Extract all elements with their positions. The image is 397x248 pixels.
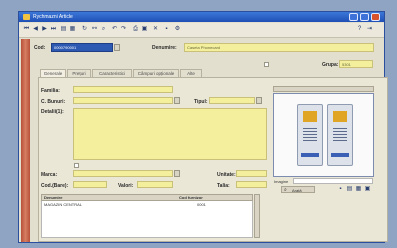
category-label: C. Bunuri: [41,99,66,105]
redo-icon[interactable]: ↷ [120,26,127,33]
help-icon[interactable]: ? [356,26,363,33]
barcode-field[interactable] [73,181,107,188]
print-icon[interactable]: ⎙ [132,26,139,33]
side-band [21,39,30,242]
load-image-icon[interactable]: ▣ [364,186,371,193]
value-field[interactable] [137,181,173,188]
delete-image-icon[interactable]: ▪ [337,186,344,193]
type-dropdown-button[interactable] [256,97,262,104]
value-label: Valori: [118,183,134,189]
exit-icon[interactable]: ⇥ [366,26,373,33]
new-record-icon[interactable]: ▤ [60,26,67,33]
main-window: Rychmazni Article ⏮ ◀ ▶ ⏭ ▤ ▦ ↻ ⚯ ⌕ ↶ ↷ … [18,11,388,243]
title-bar[interactable]: Rychmazni Article [19,12,384,22]
family-field[interactable] [73,86,173,93]
image-caption: Imagine [274,179,289,184]
option-checkbox[interactable] [264,62,269,67]
close-button[interactable] [371,13,380,21]
app-icon [23,14,30,20]
tab-generale[interactable]: Generale [40,69,66,77]
description-label: Detalii(1): [41,109,64,115]
link-icon[interactable]: ⚯ [91,26,98,33]
previous-record-icon[interactable]: ◀ [32,26,39,33]
code-field[interactable]: 0000790001 [51,43,113,52]
photo-header-bar [273,86,374,92]
barcode-label: Cod.(Bare): [41,183,69,189]
copy-record-icon[interactable]: ▦ [69,26,76,33]
delete-icon[interactable]: ✕ [152,26,159,33]
brand-dropdown-button[interactable] [174,170,180,177]
code-lookup-button[interactable] [114,44,120,51]
brand-field[interactable] [73,170,173,177]
table-cell-name: MAGAZIN CENTRAL [44,202,83,207]
save-icon[interactable]: ▪ [163,26,170,33]
family-label: Familia: [41,88,60,94]
brand-label: Marca: [41,172,58,178]
table-scrollbar[interactable] [254,194,260,238]
phone-machine-image-right [327,104,353,166]
um-label: Unitate: [217,172,236,178]
table-cell-supplier-code: 0001 [197,202,206,207]
group-field[interactable]: 5301 [339,60,373,68]
category-dropdown-button[interactable] [174,97,180,104]
code-label: Cod: [34,45,46,51]
table-header-supplier-code: Cod furnizor [179,195,203,200]
copy-image-icon[interactable]: ▦ [355,186,362,193]
toolbar: ⏮ ◀ ▶ ⏭ ▤ ▦ ↻ ⚯ ⌕ ↶ ↷ ⎙ ▣ ✕ ▪ ⚙ ? ⇥ [19,23,384,38]
table-header-name: Denumire [44,195,63,200]
name-label: Denumire: [152,45,177,51]
window-title: Rychmazni Article [33,14,73,20]
description-textarea[interactable] [73,108,267,160]
first-record-icon[interactable]: ⏮ [23,26,30,33]
checkbox-option[interactable] [74,163,79,168]
table-row[interactable]: MAGAZIN CENTRAL 0001 [42,202,252,208]
table-header [41,194,253,201]
last-record-icon[interactable]: ⏭ [50,26,57,33]
show-image-button[interactable]: ⌕ Arată [281,186,315,193]
size-label: Talia: [217,183,230,189]
paste-image-icon[interactable]: ▤ [346,186,353,193]
search-icon: ⌕ [284,187,287,193]
group-label: Grupa: [322,62,339,68]
search-icon[interactable]: ⌕ [100,26,107,33]
settings-icon[interactable]: ⚙ [174,26,181,33]
tab-preturi[interactable]: Prețuri [67,69,91,77]
show-image-label: Arată [292,188,302,193]
maximize-button[interactable] [360,13,369,21]
type-field[interactable] [209,97,255,104]
image-path-field[interactable] [293,178,373,184]
export-icon[interactable]: ▣ [141,26,148,33]
size-field[interactable] [236,181,267,188]
product-image[interactable] [273,93,374,177]
next-record-icon[interactable]: ▶ [41,26,48,33]
um-field[interactable] [236,170,267,177]
refresh-icon[interactable]: ↻ [81,26,88,33]
tab-caracteristici[interactable]: Caracteristici [92,69,132,77]
type-label: Tipul: [194,99,208,105]
tab-alte[interactable]: Alte [180,69,202,77]
phone-machine-image-left [297,104,323,166]
name-field[interactable]: Caseta Phonecard [184,43,374,52]
category-field[interactable] [73,97,173,104]
tab-campuri-optionale[interactable]: Câmpuri opționale [133,69,179,77]
undo-icon[interactable]: ↶ [111,26,118,33]
minimize-button[interactable] [349,13,358,21]
